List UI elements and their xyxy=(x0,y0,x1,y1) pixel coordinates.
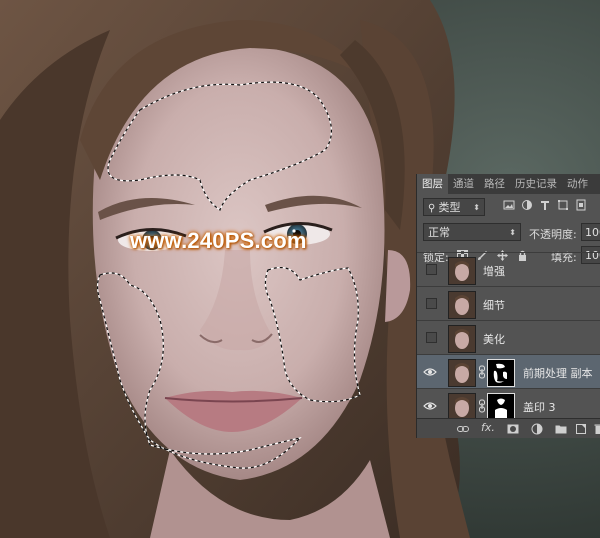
opacity-input[interactable]: 100 xyxy=(581,223,600,241)
search-icon: ⚲ xyxy=(428,203,439,214)
new-layer-icon[interactable] xyxy=(575,423,587,435)
panel-tabs: 图层 通道 路径 历史记录 动作 xyxy=(417,174,600,194)
chevron-updown-icon: ⬍ xyxy=(473,203,480,212)
layer-name: 美化 xyxy=(483,333,505,346)
tab-layers[interactable]: 图层 xyxy=(417,174,448,194)
blend-mode-value: 正常 xyxy=(428,226,450,239)
filter-kind-label: 类型 xyxy=(438,201,461,214)
visibility-toggle[interactable] xyxy=(426,264,437,275)
layers-panel: 图层 通道 路径 历史记录 动作 ⚲ 类型 ⬍ 正常 ⬍ 不透明度: 100 锁… xyxy=(417,174,600,438)
blend-row: 正常 ⬍ 不透明度: 100 xyxy=(417,220,600,244)
eye-icon[interactable] xyxy=(423,365,437,379)
trash-icon[interactable] xyxy=(593,423,600,435)
tab-paths[interactable]: 路径 xyxy=(479,174,510,194)
blend-mode-select[interactable]: 正常 ⬍ xyxy=(423,223,521,241)
smart-object-filter-icon[interactable] xyxy=(575,199,587,211)
layer-thumbnail xyxy=(448,359,476,387)
layer-thumbnail xyxy=(448,325,476,353)
layer-thumbnail xyxy=(448,291,476,319)
opacity-value: 100 xyxy=(585,226,600,239)
image-filter-icon[interactable] xyxy=(503,199,515,211)
layer-row-selected[interactable]: 前期处理 副本 xyxy=(417,354,600,388)
visibility-toggle[interactable] xyxy=(426,298,437,309)
tab-actions[interactable]: 动作 xyxy=(562,174,593,194)
layer-row[interactable]: 增强 xyxy=(417,252,600,286)
layer-name: 细节 xyxy=(483,299,505,312)
group-folder-icon[interactable] xyxy=(555,423,567,435)
tab-history[interactable]: 历史记录 xyxy=(510,174,562,194)
tab-channels[interactable]: 通道 xyxy=(448,174,479,194)
adjustment-icon[interactable] xyxy=(531,423,543,435)
layer-name: 盖印 3 xyxy=(523,401,556,414)
link-chain-icon[interactable] xyxy=(478,365,486,379)
layer-row[interactable]: 盖印 3 xyxy=(417,388,600,422)
layer-mask-thumbnail[interactable] xyxy=(487,359,515,387)
adjustment-filter-icon[interactable] xyxy=(521,199,533,211)
watermark-text: www.240PS.com xyxy=(130,228,307,253)
chevron-updown-icon: ⬍ xyxy=(509,228,516,237)
fx-icon[interactable]: fx. xyxy=(481,421,495,434)
link-icon[interactable] xyxy=(457,423,469,435)
type-filter-icon[interactable] xyxy=(539,199,551,211)
link-chain-icon[interactable] xyxy=(478,399,486,413)
add-mask-icon[interactable] xyxy=(507,423,519,435)
filter-kind-select[interactable]: ⚲ 类型 ⬍ xyxy=(423,198,485,216)
visibility-toggle[interactable] xyxy=(426,332,437,343)
layer-thumbnail xyxy=(448,257,476,285)
layer-name: 前期处理 副本 xyxy=(523,367,593,380)
shape-filter-icon[interactable] xyxy=(557,199,569,211)
layer-row[interactable]: 美化 xyxy=(417,320,600,354)
layer-thumbnail xyxy=(448,393,476,421)
filter-row: ⚲ 类型 ⬍ xyxy=(417,194,600,220)
layer-name: 增强 xyxy=(483,265,505,278)
layers-bottom-toolbar: fx. xyxy=(417,418,600,438)
layer-mask-thumbnail[interactable] xyxy=(487,393,515,421)
opacity-label: 不透明度: xyxy=(529,228,577,241)
eye-icon[interactable] xyxy=(423,399,437,413)
layer-row[interactable]: 细节 xyxy=(417,286,600,320)
